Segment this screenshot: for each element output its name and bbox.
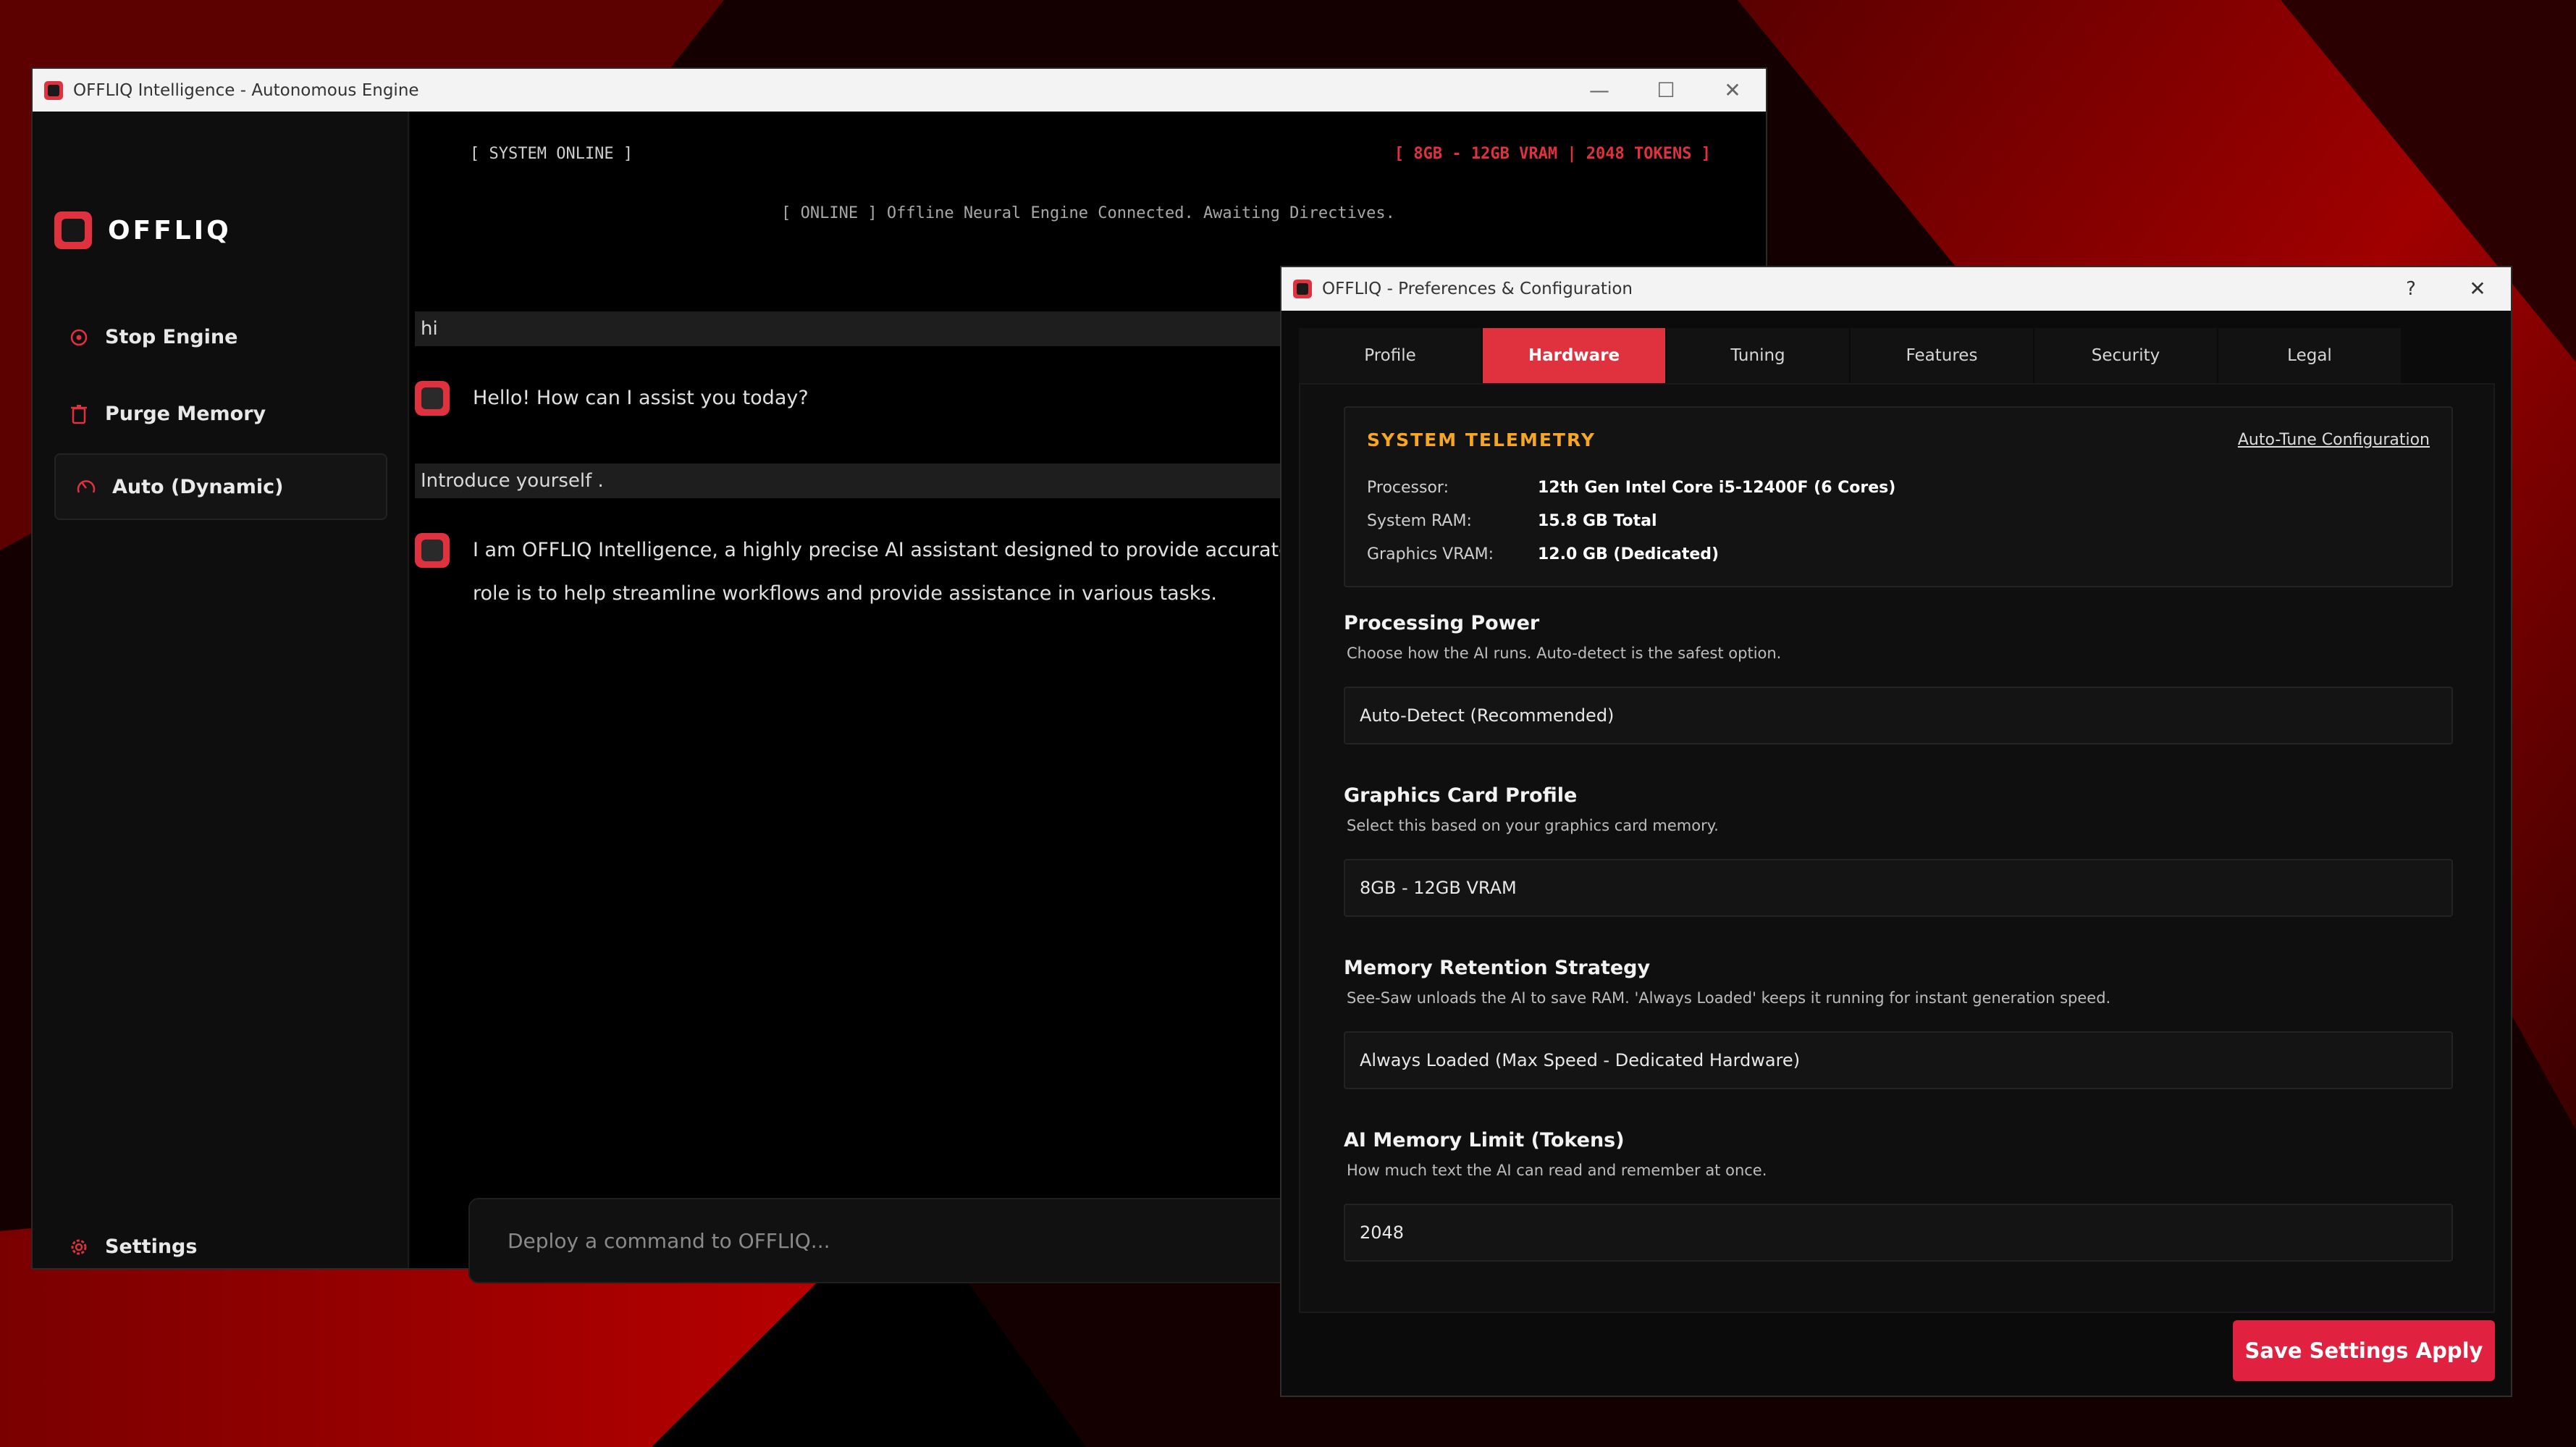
ram-label: System RAM: (1367, 512, 1472, 530)
preferences-titlebar: OFFLIQ - Preferences & Configuration ? ✕ (1281, 267, 2511, 311)
setting-description: How much text the AI can read and rememb… (1347, 1162, 1767, 1179)
settings-label: Settings (105, 1236, 198, 1258)
system-telemetry-card: SYSTEM TELEMETRY Auto-Tune Configuration… (1344, 406, 2453, 587)
tab-features[interactable]: Features (1851, 328, 2034, 383)
memory-strategy-dropdown[interactable]: Always Loaded (Max Speed - Dedicated Har… (1344, 1031, 2453, 1089)
hardware-panel: SYSTEM TELEMETRY Auto-Tune Configuration… (1299, 383, 2495, 1313)
processor-label: Processor: (1367, 479, 1449, 497)
main-titlebar: OFFLIQ Intelligence - Autonomous Engine … (33, 69, 1766, 112)
minimize-button[interactable]: — (1566, 69, 1633, 112)
purge-memory-label: Purge Memory (105, 403, 266, 425)
setting-title: Graphics Card Profile (1344, 784, 1578, 807)
vram-label: Graphics VRAM: (1367, 545, 1494, 563)
assistant-message: I am OFFLIQ Intelligence, a highly preci… (415, 533, 1377, 616)
tab-security[interactable]: Security (2034, 328, 2218, 383)
assistant-message-line: I am OFFLIQ Intelligence, a highly preci… (473, 539, 1377, 561)
assistant-message-text: Hello! How can I assist you today? (473, 387, 809, 409)
stop-engine-label: Stop Engine (105, 326, 238, 348)
setting-title: AI Memory Limit (Tokens) (1344, 1129, 1625, 1152)
processor-value: 12th Gen Intel Core i5-12400F (6 Cores) (1538, 479, 1896, 497)
gpu-profile-dropdown[interactable]: 8GB - 12GB VRAM (1344, 859, 2453, 917)
save-settings-button[interactable]: Save Settings Apply (2233, 1320, 2495, 1381)
logo-text: OFFLIQ (108, 215, 232, 246)
setting-title: Processing Power (1344, 612, 1540, 634)
setting-title: Memory Retention Strategy (1344, 957, 1651, 979)
system-status: [ SYSTEM ONLINE ] (470, 145, 634, 163)
settings-button[interactable]: Settings (69, 1236, 197, 1258)
processing-power-dropdown[interactable]: Auto-Detect (Recommended) (1344, 687, 2453, 745)
hardware-status: [ 8GB - 12GB VRAM | 2048 TOKENS ] (1394, 145, 1711, 163)
tab-profile[interactable]: Profile (1299, 328, 1483, 383)
mode-label: Auto (Dynamic) (112, 475, 284, 498)
tab-tuning[interactable]: Tuning (1667, 328, 1851, 383)
setting-description: See-Saw unloads the AI to save RAM. 'Alw… (1347, 989, 2111, 1007)
power-icon (69, 327, 89, 348)
app-logo-icon (44, 80, 63, 100)
setting-description: Select this based on your graphics card … (1347, 817, 1719, 834)
preferences-tabs: Profile Hardware Tuning Features Securit… (1299, 328, 2402, 383)
vram-row: Graphics VRAM: 12.0 GB (Dedicated) (1367, 545, 1719, 563)
processor-row: Processor: 12th Gen Intel Core i5-12400F… (1367, 479, 1895, 497)
main-window-title: OFFLIQ Intelligence - Autonomous Engine (73, 80, 419, 100)
tab-hardware[interactable]: Hardware (1483, 328, 1667, 383)
close-preferences-button[interactable]: ✕ (2444, 267, 2511, 310)
help-button[interactable]: ? (2378, 267, 2444, 310)
offliq-logo-icon (54, 211, 92, 249)
vram-value: 12.0 GB (Dedicated) (1538, 545, 1720, 563)
brand-logo: OFFLIQ (54, 211, 232, 249)
preferences-dialog: OFFLIQ - Preferences & Configuration ? ✕… (1280, 266, 2512, 1397)
preferences-title: OFFLIQ - Preferences & Configuration (1322, 280, 1633, 298)
processing-power-setting: Processing Power Choose how the AI runs.… (1344, 612, 2453, 745)
tab-legal[interactable]: Legal (2218, 328, 2402, 383)
close-button[interactable]: ✕ (1699, 69, 1766, 112)
telemetry-title: SYSTEM TELEMETRY (1367, 429, 1596, 450)
ram-row: System RAM: 15.8 GB Total (1367, 512, 1657, 530)
engine-status-message: [ ONLINE ] Offline Neural Engine Connect… (781, 204, 1395, 222)
memory-strategy-setting: Memory Retention Strategy See-Saw unload… (1344, 957, 2453, 1089)
gauge-icon (76, 477, 96, 497)
auto-tune-link[interactable]: Auto-Tune Configuration (2238, 431, 2430, 449)
purge-memory-button[interactable]: Purge Memory (69, 403, 266, 425)
setting-description: Choose how the AI runs. Auto-detect is t… (1347, 645, 1782, 662)
maximize-button[interactable]: ☐ (1633, 69, 1699, 112)
gear-icon (69, 1237, 89, 1257)
trash-icon (69, 404, 89, 424)
mode-selector-auto-dynamic[interactable]: Auto (Dynamic) (54, 453, 387, 520)
assistant-message-line: role is to help streamline workflows and… (473, 582, 1218, 605)
app-logo-icon (1293, 280, 1312, 298)
ram-value: 15.8 GB Total (1538, 512, 1657, 530)
token-limit-setting: AI Memory Limit (Tokens) How much text t… (1344, 1129, 2453, 1262)
token-limit-input[interactable]: 2048 (1344, 1204, 2453, 1262)
stop-engine-button[interactable]: Stop Engine (69, 326, 237, 348)
sidebar: OFFLIQ Stop Engine Purge Memory Auto (Dy… (33, 112, 409, 1268)
assistant-avatar-icon (415, 533, 450, 568)
assistant-avatar-icon (415, 381, 450, 416)
gpu-profile-setting: Graphics Card Profile Select this based … (1344, 784, 2453, 917)
assistant-message: Hello! How can I assist you today? (415, 381, 809, 420)
